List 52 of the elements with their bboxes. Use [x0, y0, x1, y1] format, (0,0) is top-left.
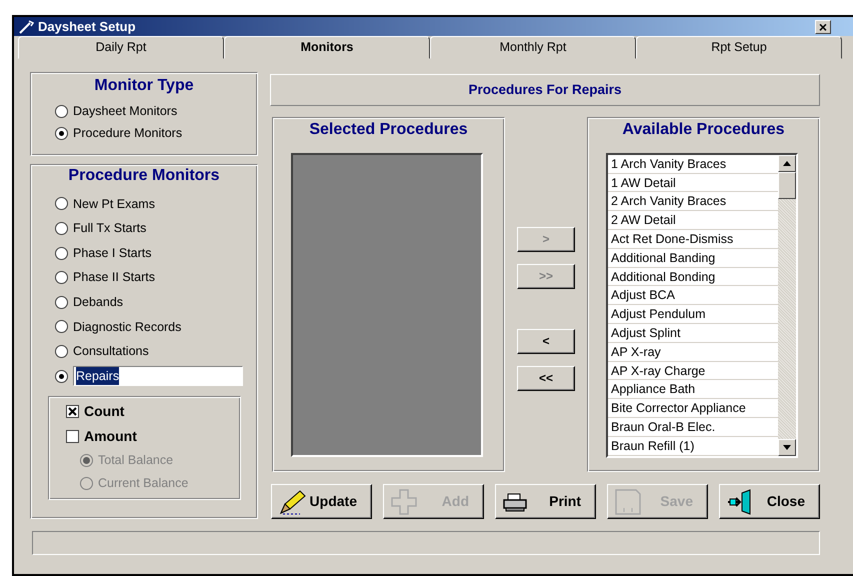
group-title: Selected Procedures	[308, 120, 469, 140]
pencil-icon	[278, 488, 308, 514]
group-title: Procedure Monitors	[67, 166, 221, 186]
window-title: Daysheet Setup	[38, 18, 136, 36]
wand-icon	[18, 20, 34, 34]
procedures-header: Procedures For Repairs	[468, 80, 622, 99]
radio-label: Debands	[73, 294, 124, 311]
radio-button[interactable]	[55, 271, 68, 284]
scrollbar[interactable]	[778, 154, 796, 456]
text-field[interactable]: Repairs	[73, 366, 243, 386]
move-button[interactable]: <<	[517, 366, 575, 391]
radio-label: Consultations	[73, 343, 149, 360]
radio-label: Total Balance	[98, 452, 174, 470]
radio-label: Phase I Starts	[73, 244, 152, 262]
checkbox[interactable]	[66, 405, 79, 418]
group-title: Available Procedures	[621, 120, 786, 140]
radio-button[interactable]	[55, 344, 68, 358]
radio-label: Procedure Monitors	[73, 124, 182, 142]
radio-label: Daysheet Monitors	[73, 102, 178, 120]
radio-button[interactable]	[55, 370, 68, 383]
radio-button[interactable]	[55, 246, 68, 260]
action-button[interactable]: Print	[495, 484, 596, 519]
radio-button[interactable]	[55, 197, 68, 210]
radio-button[interactable]	[55, 222, 68, 236]
plus-icon	[390, 488, 418, 516]
group-title: Monitor Type	[93, 76, 195, 96]
radio-label: Full Tx Starts	[73, 220, 146, 238]
tab[interactable]: Daily Rpt	[18, 36, 224, 59]
action-button[interactable]: Update	[271, 484, 372, 519]
action-button[interactable]: Close	[719, 484, 820, 519]
tab[interactable]: Rpt Setup	[636, 36, 842, 59]
radio-label: Current Balance	[98, 474, 188, 492]
radio-button[interactable]	[55, 296, 68, 309]
radio-label: Phase II Starts	[73, 269, 155, 286]
radio-label: New Pt Exams	[73, 196, 155, 213]
radio-button[interactable]	[55, 104, 68, 118]
radio-button[interactable]	[55, 320, 68, 334]
printer-icon	[502, 492, 528, 512]
list-box[interactable]	[606, 152, 798, 458]
radio-label: Diagnostic Records	[73, 318, 182, 336]
tab[interactable]: Monitors	[224, 36, 430, 59]
checkbox-label: Amount	[84, 427, 137, 446]
up-arrow-icon	[783, 160, 791, 166]
scrollbar-thumb[interactable]	[778, 172, 796, 199]
radio-button[interactable]	[55, 126, 68, 140]
down-arrow-icon	[783, 444, 791, 450]
move-button[interactable]: <	[517, 328, 575, 354]
checkbox-label: Count	[84, 402, 124, 422]
list-item[interactable]: 1 Arch Vanity Braces	[608, 154, 778, 174]
tab[interactable]: Monthly Rpt	[430, 36, 636, 59]
checkbox[interactable]	[66, 430, 79, 444]
close-button[interactable]: ×	[815, 20, 831, 34]
